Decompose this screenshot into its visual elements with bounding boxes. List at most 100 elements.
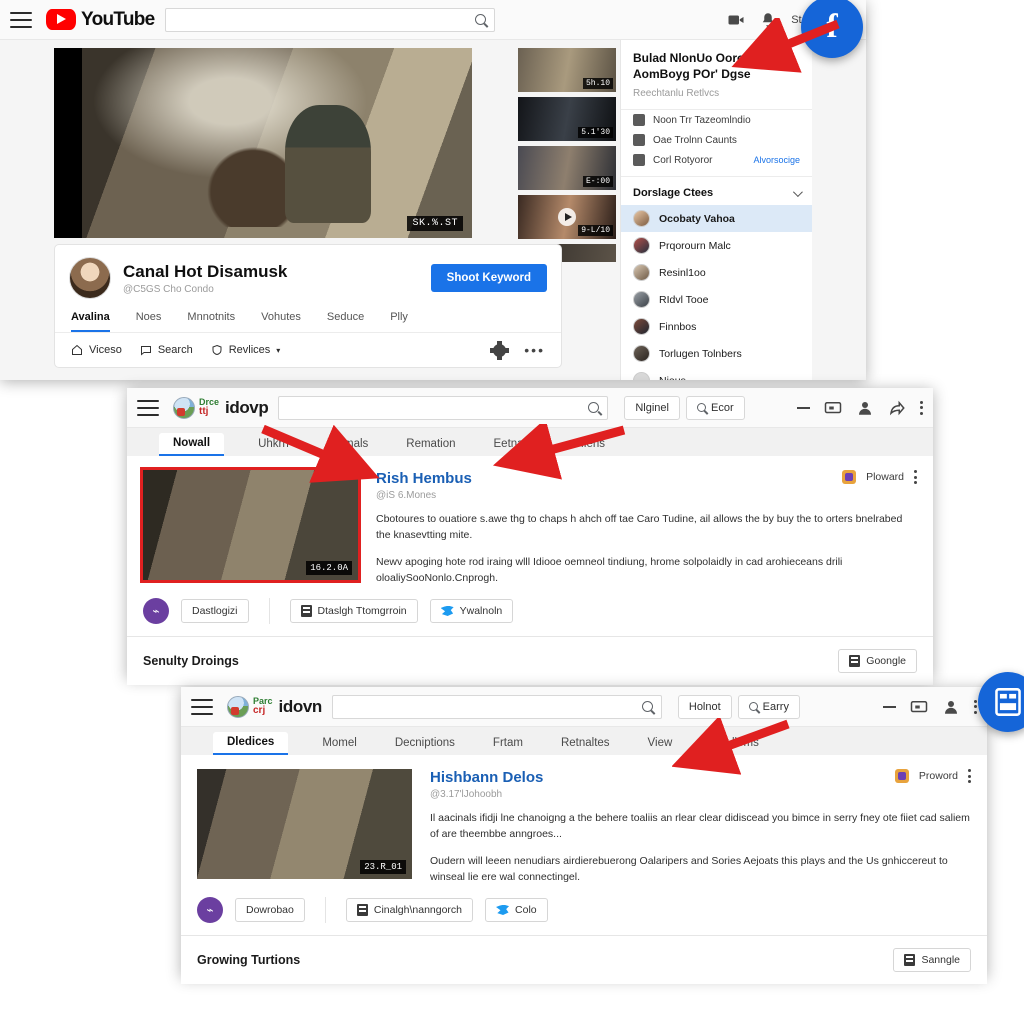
tab-dledices[interactable]: Dledices bbox=[213, 732, 289, 755]
tab-otty-lloms[interactable]: otty lloms bbox=[706, 737, 763, 755]
app-logo[interactable]: Drce ttj idovp bbox=[173, 396, 269, 419]
twitter-button[interactable]: Ywalnoln bbox=[429, 599, 514, 624]
twitter-button[interactable]: Colo bbox=[485, 898, 548, 923]
tab-uhkrn[interactable]: Uhkrn bbox=[254, 438, 293, 456]
create-video-icon[interactable] bbox=[727, 11, 745, 29]
dtaslgh-button[interactable]: Dtaslgh Ttomgrroin bbox=[289, 599, 418, 624]
account-icon[interactable] bbox=[856, 399, 874, 417]
list-item[interactable]: 5.1'30 bbox=[518, 97, 616, 141]
ploward-label[interactable]: Ploward bbox=[866, 471, 904, 483]
sidebar-item-label: Torlugen Tolnbers bbox=[659, 347, 742, 360]
play-icon[interactable] bbox=[558, 208, 576, 226]
more-vertical-icon[interactable] bbox=[914, 470, 917, 484]
chevron-down-icon[interactable] bbox=[792, 187, 803, 197]
youtube-search-bar[interactable] bbox=[164, 7, 495, 32]
sidebar-row[interactable]: Oae Trolnn Caunts bbox=[621, 130, 812, 150]
tab-seduce[interactable]: Seduce bbox=[327, 311, 364, 332]
tab-fromals[interactable]: Fromals bbox=[323, 438, 373, 456]
filter-revlices[interactable]: Revlices ▾ bbox=[211, 344, 280, 356]
video-thumbnail[interactable]: 23.R_01 bbox=[197, 769, 412, 879]
subscribe-button[interactable]: Shoot Keyword bbox=[430, 264, 547, 292]
menu-icon[interactable] bbox=[191, 698, 213, 715]
chevron-down-icon[interactable]: ▾ bbox=[276, 346, 280, 355]
screen-share-icon[interactable] bbox=[824, 399, 842, 417]
tab-remation[interactable]: Remation bbox=[402, 438, 459, 456]
card-title[interactable]: Rish Hembus bbox=[376, 470, 472, 487]
sidebar-item-channel[interactable]: Prqorourn Malc bbox=[621, 232, 812, 259]
share-icon[interactable] bbox=[888, 399, 906, 417]
proword-label[interactable]: Proword bbox=[919, 770, 958, 782]
search-icon[interactable] bbox=[588, 402, 600, 413]
profile-circle-icon[interactable]: ⌁ bbox=[143, 598, 169, 625]
youtube-logo[interactable]: YouTube bbox=[46, 9, 155, 31]
tab-plly[interactable]: Plly bbox=[390, 311, 408, 332]
dowrobao-button[interactable]: Dowrobao bbox=[235, 898, 305, 923]
window-two-search-bar[interactable] bbox=[278, 395, 609, 420]
account-icon[interactable] bbox=[942, 698, 960, 716]
sidebar-item-channel[interactable]: Torlugen Tolnbers bbox=[621, 340, 812, 367]
list-item[interactable]: E-:00 bbox=[518, 146, 616, 190]
cinalgh-button[interactable]: Cinalgh\nanngorch bbox=[345, 898, 474, 923]
search-input[interactable] bbox=[173, 13, 475, 26]
tab-eetnatted[interactable]: Eetnatted bbox=[490, 438, 547, 456]
window-three-search-bar[interactable] bbox=[331, 694, 662, 719]
notifications-icon[interactable] bbox=[759, 11, 777, 29]
youtube-play-icon bbox=[46, 9, 76, 30]
tab-retnaltes[interactable]: Retnaltes bbox=[557, 737, 614, 755]
sidebar-section-header[interactable]: Dorslage Ctees bbox=[621, 176, 812, 205]
card-handle: @iS 6.Mones bbox=[376, 490, 437, 501]
tab-avalina[interactable]: Avalina bbox=[71, 311, 110, 332]
more-icon[interactable]: ••• bbox=[524, 342, 545, 358]
dastlogizi-button[interactable]: Dastlogizi bbox=[181, 599, 249, 624]
menu-icon[interactable] bbox=[137, 399, 159, 416]
tab-mnnotnits[interactable]: Mnnotnits bbox=[187, 311, 235, 332]
sanngle-button[interactable]: Sanngle bbox=[893, 948, 971, 973]
sidebar-row[interactable]: Corl Rotyoror Alvorsocige bbox=[621, 150, 812, 170]
tab-momel[interactable]: Momel bbox=[318, 737, 361, 755]
card-title[interactable]: Hishbann Delos bbox=[430, 769, 543, 786]
goongle-button[interactable]: Goongle bbox=[838, 649, 917, 674]
ecor-button[interactable]: Ecor bbox=[686, 395, 745, 420]
minimize-icon[interactable] bbox=[797, 406, 810, 409]
sidebar-item-channel[interactable]: RIdvl Tooe bbox=[621, 286, 812, 313]
list-item[interactable]: 9-L/10 bbox=[518, 195, 616, 239]
nlginel-button[interactable]: Nlginel bbox=[624, 395, 680, 420]
app-logo[interactable]: Parc crj idovn bbox=[227, 695, 322, 718]
tab-noes[interactable]: Noes bbox=[136, 311, 162, 332]
search-input[interactable] bbox=[340, 700, 642, 713]
sidebar-item-channel[interactable]: Nieus bbox=[621, 367, 812, 380]
sidebar-item-label: Prqorourn Malc bbox=[659, 239, 731, 252]
screen-share-icon[interactable] bbox=[910, 698, 928, 716]
tab-ilens[interactable]: Ilens bbox=[577, 438, 609, 456]
channel-avatar[interactable] bbox=[69, 257, 111, 299]
search-input[interactable] bbox=[287, 401, 589, 414]
sidebar-item-channel[interactable]: Resinl1oo bbox=[621, 259, 812, 286]
sidebar-row-action[interactable]: Alvorsocige bbox=[753, 155, 800, 165]
more-vertical-icon[interactable] bbox=[920, 400, 923, 415]
profile-circle-icon[interactable]: ⌁ bbox=[197, 897, 223, 924]
video-thumbnail[interactable]: 16.2.0A bbox=[140, 467, 361, 583]
search-icon[interactable] bbox=[474, 14, 486, 25]
tab-nowall[interactable]: Nowall bbox=[159, 433, 225, 456]
sidebar-item-channel[interactable]: Ocobaty Vahoa bbox=[621, 205, 812, 233]
youtube-wordmark: YouTube bbox=[81, 8, 155, 30]
minimize-icon[interactable] bbox=[883, 705, 896, 708]
more-vertical-icon[interactable] bbox=[974, 699, 977, 714]
gear-icon[interactable] bbox=[493, 340, 507, 360]
tab-view[interactable]: View bbox=[644, 737, 677, 755]
tab-frtam[interactable]: Frtam bbox=[489, 737, 527, 755]
tab-decniptions[interactable]: Decniptions bbox=[391, 737, 459, 755]
tab-vohutes[interactable]: Vohutes bbox=[261, 311, 301, 332]
earry-button[interactable]: Earry bbox=[737, 694, 800, 719]
list-item[interactable]: 5h.10 bbox=[518, 48, 616, 92]
filter-search[interactable]: Search bbox=[140, 344, 193, 356]
filter-videos[interactable]: Viceso bbox=[71, 344, 122, 356]
dtaslgh-label: Dtaslgh Ttomgrroin bbox=[317, 605, 407, 618]
sidebar-item-channel[interactable]: Finnbos bbox=[621, 313, 812, 340]
menu-icon[interactable] bbox=[10, 11, 32, 28]
video-player[interactable]: SK.%.ST bbox=[54, 48, 472, 238]
sidebar-row[interactable]: Noon Trr Tazeomlndio bbox=[621, 110, 812, 130]
more-vertical-icon[interactable] bbox=[968, 769, 971, 783]
holnot-button[interactable]: Holnot bbox=[677, 694, 732, 719]
search-icon[interactable] bbox=[641, 701, 653, 712]
